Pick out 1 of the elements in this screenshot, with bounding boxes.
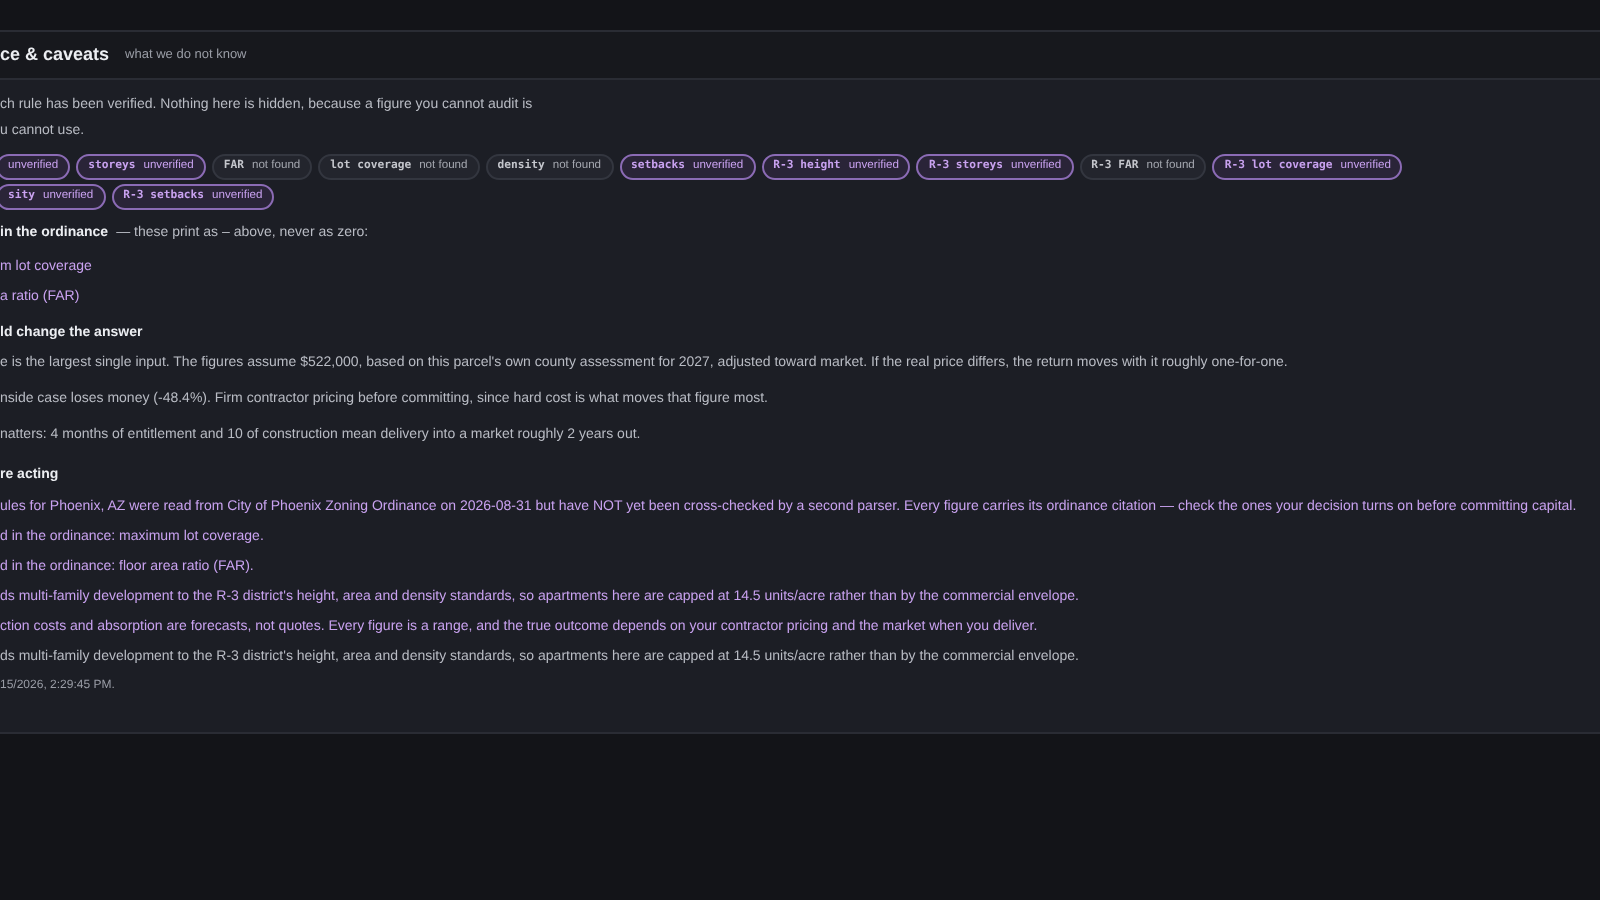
section-title: ce & caveats xyxy=(0,41,110,68)
